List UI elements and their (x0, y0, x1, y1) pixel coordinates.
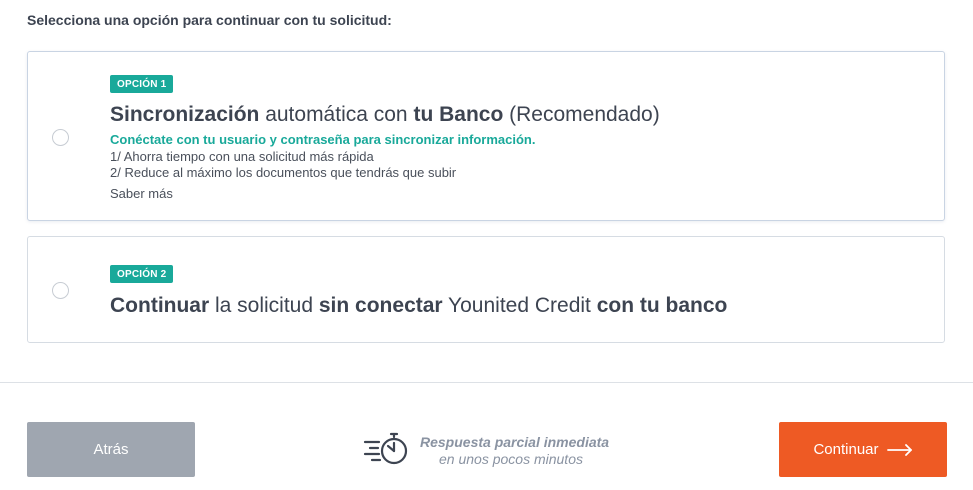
option2-title: Continuar la solicitud sin conectar Youn… (110, 294, 727, 318)
page-prompt: Selecciona una opción para continuar con… (27, 12, 392, 28)
option1-subtitle: Conéctate con tu usuario y contraseña pa… (110, 132, 536, 147)
option2-title-text-2: Younited Credit (442, 294, 597, 317)
response-time-subline: en unos pocos minutos (439, 451, 583, 467)
option1-benefit-2: 2/ Reduce al máximo los documentos que t… (110, 165, 457, 180)
continue-button[interactable]: Continuar (779, 422, 947, 477)
stopwatch-speed-icon (363, 432, 408, 465)
option2-title-text-1: la solicitud (209, 294, 319, 317)
option1-title-text-2: (Recomendado) (503, 103, 660, 126)
option-card-no-connect[interactable]: OPCIÓN 2 Continuar la solicitud sin cone… (27, 236, 945, 343)
option2-title-strong-1: Continuar (110, 294, 210, 317)
option1-title-text-1: automática con (259, 103, 414, 126)
option2-badge: OPCIÓN 2 (110, 265, 174, 283)
option-card-sync-bank[interactable]: OPCIÓN 1 Sincronización automática con t… (27, 51, 945, 221)
option1-badge: OPCIÓN 1 (110, 75, 174, 93)
option1-benefit-1: 1/ Ahorra tiempo con una solicitud más r… (110, 149, 374, 164)
saber-mas-link[interactable]: Saber más (110, 186, 173, 201)
option1-title-strong-1: Sincronización (110, 103, 260, 126)
continue-button-label: Continuar (813, 441, 879, 458)
option2-radio[interactable] (52, 282, 69, 299)
option1-title-strong-2: tu Banco (413, 103, 504, 126)
arrow-right-icon (886, 443, 912, 456)
option1-title: Sincronización automática con tu Banco (… (110, 103, 660, 127)
back-button-label: Atrás (93, 441, 129, 458)
option2-title-strong-3: con tu banco (596, 294, 728, 317)
option2-title-strong-2: sin conectar (318, 294, 443, 317)
footer-divider (0, 382, 973, 383)
response-time-headline: Respuesta parcial inmediata (420, 434, 610, 450)
back-button[interactable]: Atrás (27, 422, 195, 477)
option1-radio[interactable] (52, 129, 69, 146)
